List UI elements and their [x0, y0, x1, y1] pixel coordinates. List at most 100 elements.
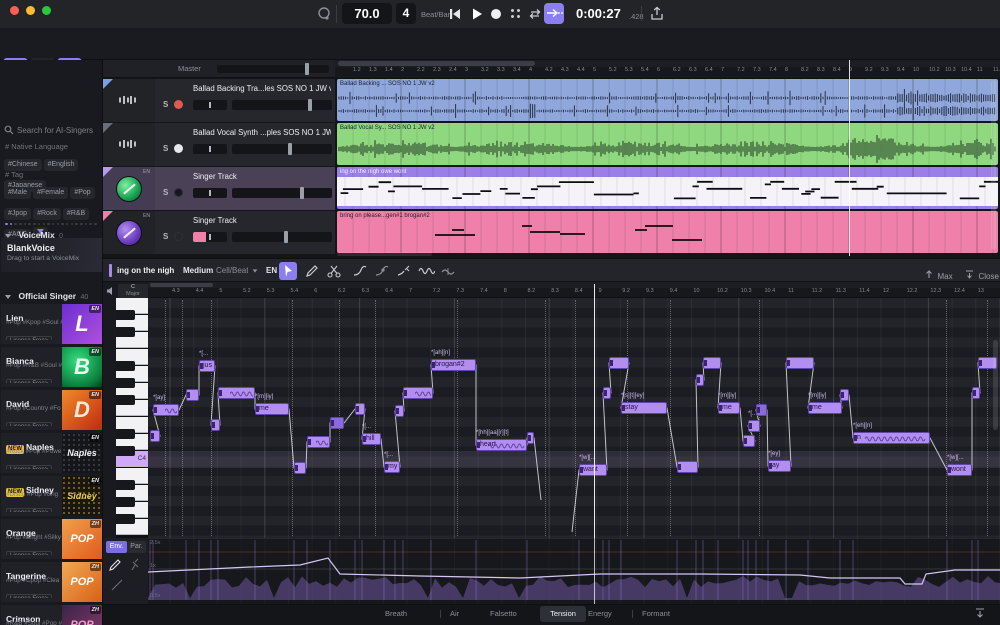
- piano-note[interactable]: [703, 357, 721, 369]
- piano-note[interactable]: [696, 374, 704, 386]
- piano-note[interactable]: [677, 461, 698, 473]
- piano-note[interactable]: hill: [362, 433, 381, 445]
- env-tab-button[interactable]: Env.: [106, 541, 127, 553]
- tag-chip[interactable]: #Pop: [70, 187, 94, 199]
- volume-slider[interactable]: [232, 188, 332, 198]
- grid-dots-icon[interactable]: [511, 9, 514, 12]
- track-header[interactable]: ENSinger TrackS: [103, 167, 335, 210]
- piano-black-key[interactable]: [116, 378, 135, 388]
- singer-card[interactable]: Orange#Pop #Bright #SilkyLicense Free>PO…: [1, 519, 102, 559]
- piano-note[interactable]: my: [384, 461, 400, 473]
- singer-avatar[interactable]: [116, 220, 142, 246]
- piano-keyboard[interactable]: C4: [116, 298, 148, 538]
- param-tab-energy[interactable]: Energy: [588, 606, 612, 622]
- volume-handle[interactable]: [288, 143, 292, 155]
- clip-color-swatch[interactable]: [193, 232, 206, 242]
- pianoroll-grid[interactable]: [148, 298, 1000, 538]
- close-window-button[interactable]: [10, 6, 19, 15]
- piano-black-key[interactable]: [116, 446, 135, 456]
- piano-note[interactable]: [355, 403, 365, 415]
- piano-note[interactable]: [743, 435, 755, 447]
- tag-chip[interactable]: #Female: [33, 187, 68, 199]
- piano-note[interactable]: [756, 404, 767, 416]
- piano-note[interactable]: jus: [199, 360, 215, 372]
- pitch-line-tool-button[interactable]: [351, 262, 369, 280]
- pan-control[interactable]: [193, 188, 227, 198]
- pan-control[interactable]: [193, 144, 227, 154]
- piano-black-key[interactable]: [116, 497, 135, 507]
- master-volume-slider[interactable]: [217, 65, 329, 73]
- export-icon[interactable]: [650, 6, 664, 21]
- piano-note[interactable]: ay: [768, 460, 791, 472]
- minimize-window-button[interactable]: [26, 6, 35, 15]
- piano-note[interactable]: [307, 436, 330, 448]
- piano-note[interactable]: me: [255, 403, 289, 415]
- piano-note[interactable]: brogan#2: [431, 359, 476, 371]
- pianoroll-scrollbar-handle[interactable]: [150, 283, 213, 287]
- piano-note[interactable]: [218, 387, 255, 399]
- piano-note[interactable]: [840, 389, 849, 401]
- track-vscrollbar[interactable]: [991, 80, 996, 250]
- piano-black-key[interactable]: [116, 395, 135, 405]
- piano-black-key[interactable]: [116, 310, 135, 320]
- piano-black-key[interactable]: [116, 480, 135, 490]
- singer-card[interactable]: Crimson#R&B #Soul #Pop #License Free>POP…: [1, 605, 102, 625]
- singer-card[interactable]: NEWNaples#Rock #Pop #PoweLicense Free>Na…: [1, 433, 102, 473]
- piano-note[interactable]: wont: [947, 464, 972, 476]
- pitch-pen-tool-button[interactable]: [395, 262, 413, 280]
- track-header[interactable]: Ballad Backing Tra...les SOS NO 1 JW v2S: [103, 79, 335, 122]
- piano-note[interactable]: [527, 432, 534, 444]
- track-hscrollbar[interactable]: [337, 252, 432, 256]
- skip-to-start-icon[interactable]: [448, 7, 462, 21]
- piano-note[interactable]: [786, 357, 814, 369]
- track-clip[interactable]: Ballad Vocal Sy... SOS NO 1 JW v2: [337, 123, 998, 165]
- master-volume-handle[interactable]: [305, 63, 309, 75]
- pianoroll-vscrollbar[interactable]: [993, 340, 998, 430]
- param-tab-air[interactable]: Air: [450, 606, 459, 622]
- singer-avatar[interactable]: [116, 176, 142, 202]
- piano-note[interactable]: [186, 389, 199, 401]
- env-curve-area[interactable]: [148, 538, 1000, 604]
- singer-card[interactable]: Bianca#Pop #R&B #Soul #License Free>BEN: [1, 347, 102, 387]
- piano-black-key[interactable]: [116, 361, 135, 371]
- singer-card[interactable]: Tangerine#Pop #Cpop #CleaLicense Free>PO…: [1, 562, 102, 602]
- piano-black-key[interactable]: [116, 429, 135, 439]
- lyric-language-button[interactable]: EN: [266, 266, 277, 275]
- scissors-tool-button[interactable]: [325, 262, 343, 280]
- track-playhead[interactable]: [849, 60, 850, 256]
- pianoroll-ruler[interactable]: 4.34.455.25.35.466.26.36.477.27.37.488.2…: [148, 288, 1000, 298]
- solo-button[interactable]: S: [163, 144, 168, 153]
- cursor-tool-button[interactable]: [279, 262, 297, 280]
- clip-name[interactable]: ing on the nigh ...: [117, 266, 175, 275]
- singer-card[interactable]: David#Pop #Country #FoLicense Free>DEN: [1, 390, 102, 430]
- vibrato-tool-button[interactable]: [417, 262, 435, 280]
- record-icon[interactable]: [491, 9, 501, 19]
- piano-note[interactable]: [150, 430, 160, 442]
- par-tab-button[interactable]: Par.: [127, 541, 146, 553]
- track-clip[interactable]: ing on the nigh owe wont: [337, 167, 998, 209]
- smooth-tool-button[interactable]: [439, 262, 457, 280]
- piano-black-key[interactable]: [116, 514, 135, 524]
- volume-handle[interactable]: [284, 231, 288, 243]
- loop-icon[interactable]: [528, 7, 542, 21]
- piano-black-key[interactable]: [116, 327, 135, 337]
- param-tab-tension[interactable]: Tension: [540, 606, 586, 622]
- pan-control[interactable]: [193, 100, 227, 110]
- grid-selector[interactable]: Cell/Beat: [216, 266, 248, 275]
- piano-note[interactable]: [748, 420, 760, 432]
- singer-card[interactable]: Lien#Pop #Kpop #Soul #License Free>LEN: [1, 304, 102, 344]
- param-tab-formant[interactable]: Formant: [642, 606, 670, 622]
- zoom-window-button[interactable]: [42, 6, 51, 15]
- tempo-display[interactable]: 70.0: [342, 3, 392, 24]
- solo-button[interactable]: S: [163, 100, 168, 109]
- pitch-anchor-tool-button[interactable]: [373, 262, 391, 280]
- piano-note[interactable]: [609, 357, 629, 369]
- metronome-icon[interactable]: [316, 6, 332, 22]
- play-icon[interactable]: [470, 7, 484, 21]
- piano-note[interactable]: [395, 405, 404, 417]
- solo-button[interactable]: S: [163, 232, 168, 241]
- solo-button[interactable]: S: [163, 188, 168, 197]
- piano-note[interactable]: [972, 387, 980, 399]
- piano-note[interactable]: [330, 417, 344, 429]
- piano-note[interactable]: [403, 387, 433, 399]
